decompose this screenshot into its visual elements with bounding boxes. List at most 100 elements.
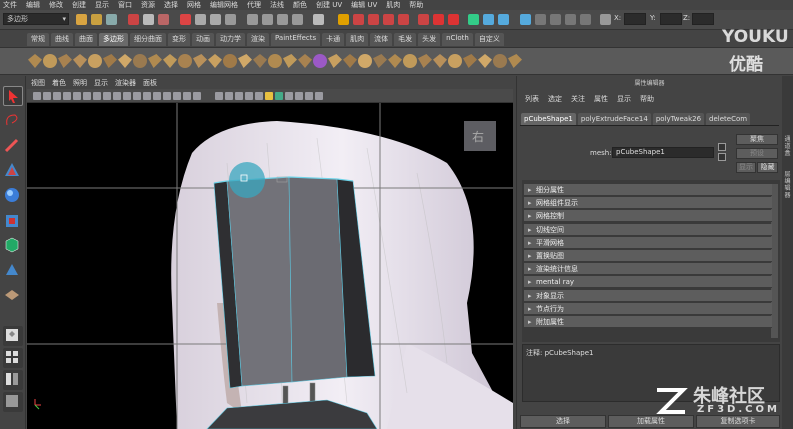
viewport-tool-icon-2[interactable] xyxy=(53,92,61,100)
menu-item-10[interactable]: 代理 xyxy=(247,0,261,10)
panel-tab-2[interactable]: polyTweak26 xyxy=(652,113,705,125)
shelf-tool-icon-12[interactable] xyxy=(208,54,222,68)
shelf-tool-icon-15[interactable] xyxy=(253,54,267,68)
shelf-tab-15[interactable]: nCloth xyxy=(442,33,473,46)
menu-item-16[interactable]: 帮助 xyxy=(409,0,423,10)
render-view-icon[interactable] xyxy=(433,14,444,25)
menu-item-3[interactable]: 创建 xyxy=(72,0,86,10)
render-frame-icon[interactable] xyxy=(368,14,379,25)
channel-box-tab[interactable]: 通道盒 xyxy=(783,136,792,157)
viewport-tool-icon-4[interactable] xyxy=(73,92,81,100)
shelf-tool-icon-1[interactable] xyxy=(43,54,57,68)
hypershade-icon[interactable] xyxy=(418,14,429,25)
viewport-tool-icon-13[interactable] xyxy=(163,92,171,100)
menu-item-15[interactable]: 肌肉 xyxy=(386,0,400,10)
new-scene-icon[interactable] xyxy=(76,14,87,25)
shelf-tool-icon-14[interactable] xyxy=(238,54,252,68)
snap-curve-icon[interactable] xyxy=(262,14,273,25)
x-field[interactable] xyxy=(624,13,646,25)
viewport-tool-icon-15[interactable] xyxy=(183,92,191,100)
menu-item-1[interactable]: 编辑 xyxy=(26,0,40,10)
layout5-icon[interactable] xyxy=(580,14,591,25)
menu-item-8[interactable]: 网格 xyxy=(187,0,201,10)
viewport-menu-2[interactable]: 照明 xyxy=(73,78,87,89)
viewport-tool-icon-20[interactable] xyxy=(245,92,253,100)
shelf-tool-icon-19[interactable] xyxy=(313,54,327,68)
viewport-menu-1[interactable]: 着色 xyxy=(52,78,66,89)
outliner-pane-icon[interactable] xyxy=(3,392,23,412)
transform-mode-icon[interactable] xyxy=(600,14,611,25)
scale-tool-icon[interactable] xyxy=(3,211,23,231)
node-out-icon[interactable] xyxy=(718,143,726,151)
shelf-tool-icon-30[interactable] xyxy=(478,54,492,68)
viewport-tool-icon-24[interactable] xyxy=(285,92,293,100)
rotate-tool-icon[interactable] xyxy=(3,186,23,206)
shelf-tool-icon-32[interactable] xyxy=(508,54,522,68)
shelf-tab-4[interactable]: 细分曲面 xyxy=(130,33,166,46)
viewport-tool-icon-8[interactable] xyxy=(113,92,121,100)
shelf-tool-icon-28[interactable] xyxy=(448,54,462,68)
panel-tab-1[interactable]: polyExtrudeFace14 xyxy=(577,113,651,125)
shelf-tab-2[interactable]: 曲面 xyxy=(75,33,97,46)
viewport-tool-icon-11[interactable] xyxy=(143,92,151,100)
menu-item-12[interactable]: 颜色 xyxy=(293,0,307,10)
shelf-tab-6[interactable]: 动画 xyxy=(192,33,214,46)
menu-item-0[interactable]: 文件 xyxy=(3,0,17,10)
shelf-tab-14[interactable]: 头发 xyxy=(418,33,441,46)
graph-editor-icon[interactable] xyxy=(483,14,494,25)
y-field[interactable] xyxy=(660,13,682,25)
shelf-tool-icon-7[interactable] xyxy=(133,54,147,68)
section-8[interactable]: 对象显示 xyxy=(524,289,772,302)
panel-tab-0[interactable]: pCubeShape1 xyxy=(521,113,576,125)
shelf-tool-icon-20[interactable] xyxy=(328,54,342,68)
shelf-tab-7[interactable]: 动力学 xyxy=(216,33,245,46)
viewport-tool-icon-9[interactable] xyxy=(123,92,131,100)
mesh-name-field[interactable]: pCubeShape1 xyxy=(612,147,714,158)
shelf-tab-8[interactable]: 渲染 xyxy=(247,33,269,46)
viewport-tool-icon-26[interactable] xyxy=(305,92,313,100)
ipr-render-icon[interactable] xyxy=(383,14,394,25)
single-pane-icon[interactable] xyxy=(3,326,23,346)
shelf-tool-icon-0[interactable] xyxy=(28,54,42,68)
shelf-tab-5[interactable]: 变形 xyxy=(168,33,190,46)
viewport-tool-icon-0[interactable] xyxy=(33,92,41,100)
select-object-icon[interactable] xyxy=(143,14,154,25)
menu-item-11[interactable]: 法线 xyxy=(270,0,284,10)
shelf-tab-9[interactable]: PaintEffects xyxy=(271,33,321,46)
viewport-tool-icon-18[interactable] xyxy=(225,92,233,100)
shelf-tool-icon-16[interactable] xyxy=(268,54,282,68)
shelf-tool-icon-17[interactable] xyxy=(283,54,297,68)
menu-item-4[interactable]: 显示 xyxy=(95,0,109,10)
shelf-tool-icon-26[interactable] xyxy=(418,54,432,68)
z-field[interactable] xyxy=(692,13,714,25)
menu-item-2[interactable]: 修改 xyxy=(49,0,63,10)
side-pane-icon[interactable] xyxy=(3,370,23,390)
history-icon[interactable] xyxy=(338,14,349,25)
shelf-tool-icon-11[interactable] xyxy=(193,54,207,68)
shelf-tool-icon-2[interactable] xyxy=(58,54,72,68)
section-7[interactable]: mental ray xyxy=(524,276,772,289)
menu-set-dropdown[interactable]: 多边形 xyxy=(3,13,69,25)
render-current-icon[interactable] xyxy=(448,14,459,25)
viewport-tool-icon-19[interactable] xyxy=(235,92,243,100)
panel-menu-0[interactable]: 列表 xyxy=(525,94,539,104)
outliner-icon[interactable] xyxy=(468,14,479,25)
panel-menu-3[interactable]: 属性 xyxy=(594,94,608,104)
shelf-tab-11[interactable]: 肌肉 xyxy=(346,33,369,46)
shelf-tab-0[interactable]: 常规 xyxy=(27,33,49,46)
shelf-tool-icon-31[interactable] xyxy=(493,54,507,68)
viewport-tool-icon-12[interactable] xyxy=(153,92,161,100)
viewport-tool-icon-10[interactable] xyxy=(133,92,141,100)
mask-deform-icon[interactable] xyxy=(210,14,221,25)
panel-menu-1[interactable]: 选定 xyxy=(548,94,562,104)
open-scene-icon[interactable] xyxy=(91,14,102,25)
viewport-menu-5[interactable]: 面板 xyxy=(143,78,157,89)
section-9[interactable]: 节点行为 xyxy=(524,302,772,315)
select-tool-icon[interactable] xyxy=(3,86,23,106)
layout4-icon[interactable] xyxy=(565,14,576,25)
shelf-tab-13[interactable]: 毛发 xyxy=(394,33,417,46)
viewport-tool-icon-23[interactable] xyxy=(275,92,283,100)
menu-item-13[interactable]: 创建 UV xyxy=(316,0,342,10)
shelf-tool-icon-29[interactable] xyxy=(463,54,477,68)
shelf-tool-icon-3[interactable] xyxy=(73,54,87,68)
